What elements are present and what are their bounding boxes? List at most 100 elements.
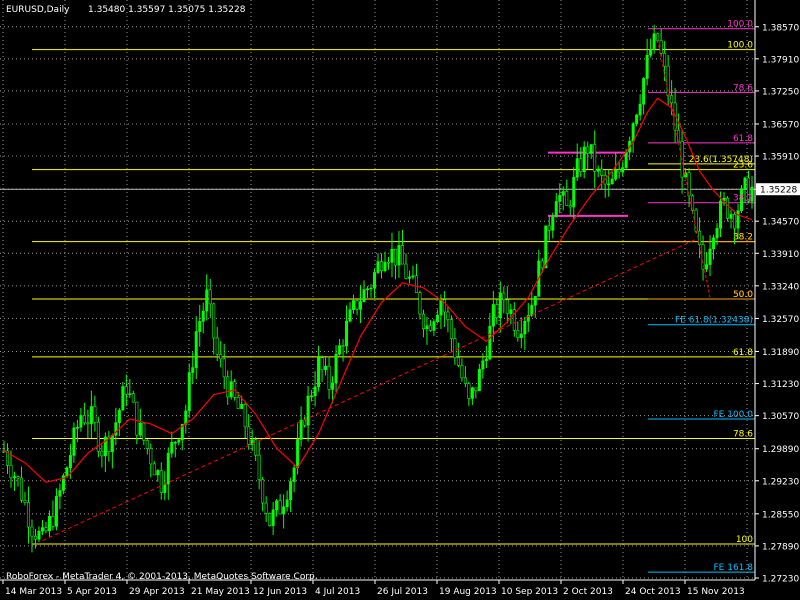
candle-body bbox=[439, 299, 443, 316]
candle-body bbox=[9, 465, 13, 479]
candle-body bbox=[421, 313, 425, 330]
candle-body bbox=[516, 330, 520, 338]
right-fib-label: 38.2 bbox=[733, 194, 753, 204]
candle-body bbox=[600, 168, 604, 176]
candle-body bbox=[369, 287, 373, 290]
header-symbol: EURUSD,Daily bbox=[6, 5, 70, 15]
candle-body bbox=[400, 245, 404, 265]
candle-body bbox=[163, 483, 167, 493]
candle-body bbox=[547, 225, 551, 231]
y-tick-label: 1.33240 bbox=[762, 282, 799, 292]
candle-body bbox=[110, 434, 114, 452]
candle-body bbox=[589, 144, 593, 154]
candle-body bbox=[82, 415, 86, 424]
candle-body bbox=[240, 404, 244, 409]
candle-body bbox=[264, 502, 268, 514]
candle-body bbox=[491, 304, 495, 327]
candle-body bbox=[156, 470, 160, 476]
candle-body bbox=[306, 395, 310, 426]
candle-body bbox=[414, 275, 418, 293]
candle-body bbox=[177, 439, 181, 443]
candle-body bbox=[523, 320, 527, 335]
candle-body bbox=[345, 320, 349, 347]
candle-body bbox=[229, 381, 233, 398]
candle-body bbox=[715, 227, 719, 239]
candle-body bbox=[736, 210, 740, 229]
candle-body bbox=[572, 176, 576, 208]
candle-body bbox=[614, 169, 618, 180]
candle-body bbox=[348, 309, 352, 322]
candle-body bbox=[418, 292, 422, 315]
candle-body bbox=[635, 114, 639, 124]
x-tick-label: 15 Nov 2013 bbox=[687, 587, 745, 597]
candle-body bbox=[610, 178, 614, 185]
candle-body bbox=[208, 289, 212, 305]
x-tick-label: 14 Mar 2013 bbox=[5, 587, 62, 597]
candle-body bbox=[23, 499, 27, 503]
candle-body bbox=[656, 33, 660, 41]
y-tick-label: 1.35910 bbox=[762, 153, 799, 163]
candle-body bbox=[428, 325, 432, 331]
candle-body bbox=[72, 427, 76, 456]
candle-body bbox=[449, 319, 453, 339]
candle-body bbox=[435, 314, 439, 322]
candle-body bbox=[219, 354, 223, 360]
right-fib-label: 100.0 bbox=[727, 20, 753, 30]
candle-body bbox=[407, 276, 411, 279]
y-tick-label: 1.29230 bbox=[762, 477, 799, 487]
candle-body bbox=[205, 289, 209, 312]
candle-body bbox=[708, 248, 712, 265]
candle-body bbox=[463, 377, 467, 384]
candle-body bbox=[310, 395, 314, 398]
candle-body bbox=[456, 357, 460, 366]
candle-body bbox=[432, 321, 436, 331]
candle-body bbox=[89, 406, 93, 424]
price-chart[interactable]: 1.38570 1.37910 1.37250 1.36570 1.35910 1.352… bbox=[0, 0, 800, 600]
candle-body bbox=[184, 410, 188, 425]
footer-copyright: RoboForex - MetaTrader 4, © 2001-2013, M… bbox=[6, 572, 318, 582]
candle-body bbox=[533, 296, 537, 306]
candle-body bbox=[285, 499, 289, 508]
candle-body bbox=[173, 441, 177, 444]
candle-body bbox=[275, 500, 279, 511]
candle-body bbox=[565, 191, 569, 206]
candle-body bbox=[621, 167, 625, 173]
candle-body bbox=[729, 214, 733, 219]
candle-body bbox=[201, 310, 205, 322]
candle-body bbox=[166, 452, 170, 485]
candle-body bbox=[645, 54, 649, 79]
retracement-label: 100 bbox=[736, 535, 753, 545]
candle-body bbox=[652, 33, 656, 50]
candle-body bbox=[544, 225, 548, 269]
candle-body bbox=[261, 479, 265, 504]
candle-body bbox=[222, 358, 226, 378]
candle-body bbox=[474, 387, 478, 392]
candle-body bbox=[596, 168, 600, 172]
candle-body bbox=[386, 261, 390, 264]
candle-body bbox=[617, 169, 621, 173]
candle-body bbox=[582, 146, 586, 173]
candle-body bbox=[51, 515, 55, 527]
candle-body bbox=[317, 357, 321, 388]
candle-body bbox=[296, 439, 300, 469]
candle-body bbox=[425, 325, 429, 330]
candle-body bbox=[519, 333, 523, 338]
candle-body bbox=[257, 454, 261, 480]
retracement-label: 78.6 bbox=[733, 429, 753, 439]
candle-body bbox=[663, 52, 667, 67]
candle-body bbox=[226, 376, 230, 398]
candle-body bbox=[446, 311, 450, 320]
candle-body bbox=[145, 439, 149, 449]
x-tick-label: 29 Apr 2013 bbox=[129, 587, 185, 597]
candle-body bbox=[579, 158, 583, 173]
candle-body bbox=[40, 527, 44, 532]
y-tick-label: 1.29890 bbox=[762, 445, 799, 455]
x-tick-label: 19 Aug 2013 bbox=[439, 587, 497, 597]
current-price-label: 1.35228 bbox=[760, 186, 797, 196]
candle-body bbox=[247, 426, 251, 445]
candle-body bbox=[551, 216, 555, 231]
y-tick-label: 1.31230 bbox=[762, 380, 799, 390]
expansion-label: FE 100.0 bbox=[714, 410, 754, 420]
candle-body bbox=[334, 353, 338, 384]
candle-body bbox=[191, 367, 195, 373]
